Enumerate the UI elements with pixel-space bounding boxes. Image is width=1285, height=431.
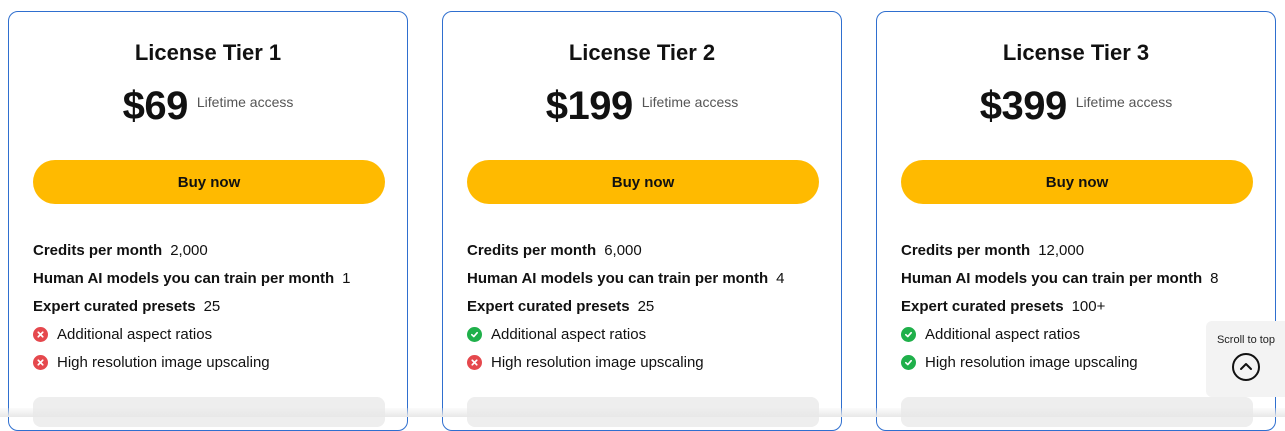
stat-row: Credits per month 6,000: [467, 236, 825, 264]
feature-list: Credits per month 6,000 Human AI models y…: [467, 236, 825, 376]
price-row: $199 Lifetime access: [443, 84, 841, 129]
feature-label: High resolution image upscaling: [491, 353, 704, 371]
feature-row: Additional aspect ratios: [33, 320, 391, 348]
access-note: Lifetime access: [1075, 94, 1173, 110]
plan-price: $69: [122, 84, 189, 128]
stat-label: Credits per month: [33, 241, 163, 259]
price-row: $399 Lifetime access: [877, 84, 1275, 129]
buy-now-button[interactable]: Buy now: [33, 160, 385, 204]
stat-row: Expert curated presets 25: [33, 292, 391, 320]
feature-label: Additional aspect ratios: [57, 325, 213, 343]
plan-price: $199: [545, 84, 633, 128]
scroll-to-top-label: Scroll to top: [1216, 334, 1276, 346]
check-circle-icon: [901, 326, 916, 342]
access-note: Lifetime access: [641, 94, 739, 110]
stat-value: 4: [776, 269, 785, 287]
scroll-to-top-button[interactable]: Scroll to top: [1206, 321, 1285, 397]
bottom-fade: [0, 408, 1285, 417]
stat-row: Expert curated presets 25: [467, 292, 825, 320]
feature-row: High resolution image upscaling: [467, 348, 825, 376]
check-circle-icon: [901, 354, 916, 370]
feature-label: Additional aspect ratios: [925, 325, 1081, 343]
plan-title: License Tier 2: [568, 40, 716, 65]
stat-row: Credits per month 2,000: [33, 236, 391, 264]
stat-value: 100+: [1071, 297, 1106, 315]
feature-row: Additional aspect ratios: [467, 320, 825, 348]
stat-value: 1: [342, 269, 351, 287]
stat-value: 25: [637, 297, 655, 315]
price-row: $69 Lifetime access: [9, 84, 407, 129]
feature-label: High resolution image upscaling: [57, 353, 270, 371]
buy-now-button[interactable]: Buy now: [901, 160, 1253, 204]
stat-label: Expert curated presets: [901, 297, 1064, 315]
stat-label: Human AI models you can train per month: [467, 269, 769, 287]
stat-value: 12,000: [1038, 241, 1085, 259]
feature-list: Credits per month 2,000 Human AI models y…: [33, 236, 391, 376]
feature-row: High resolution image upscaling: [33, 348, 391, 376]
x-circle-icon: [33, 326, 48, 342]
stat-value: 8: [1210, 269, 1219, 287]
stat-row: Expert curated presets 100+: [901, 292, 1259, 320]
x-circle-icon: [467, 354, 482, 370]
stat-label: Expert curated presets: [33, 297, 196, 315]
stat-value: 25: [203, 297, 221, 315]
feature-label: Additional aspect ratios: [491, 325, 647, 343]
pricing-card-tier-2: License Tier 2 $199 Lifetime access Buy …: [442, 11, 842, 431]
access-note: Lifetime access: [196, 94, 294, 110]
buy-now-button[interactable]: Buy now: [467, 160, 819, 204]
stat-row: Human AI models you can train per month 4: [467, 264, 825, 292]
stat-label: Expert curated presets: [467, 297, 630, 315]
chevron-up-icon: [1232, 353, 1260, 381]
stat-row: Human AI models you can train per month 1: [33, 264, 391, 292]
stat-label: Human AI models you can train per month: [901, 269, 1203, 287]
stat-row: Human AI models you can train per month 8: [901, 264, 1259, 292]
check-circle-icon: [467, 326, 482, 342]
plan-title: License Tier 1: [134, 40, 282, 65]
stat-row: Credits per month 12,000: [901, 236, 1259, 264]
stat-label: Credits per month: [901, 241, 1031, 259]
stat-value: 6,000: [604, 241, 642, 259]
plan-title: License Tier 3: [1002, 40, 1150, 65]
pricing-card-tier-1: License Tier 1 $69 Lifetime access Buy n…: [8, 11, 408, 431]
stat-label: Human AI models you can train per month: [33, 269, 335, 287]
x-circle-icon: [33, 354, 48, 370]
stat-value: 2,000: [170, 241, 208, 259]
feature-label: High resolution image upscaling: [925, 353, 1138, 371]
plan-price: $399: [979, 84, 1067, 128]
stat-label: Credits per month: [467, 241, 597, 259]
